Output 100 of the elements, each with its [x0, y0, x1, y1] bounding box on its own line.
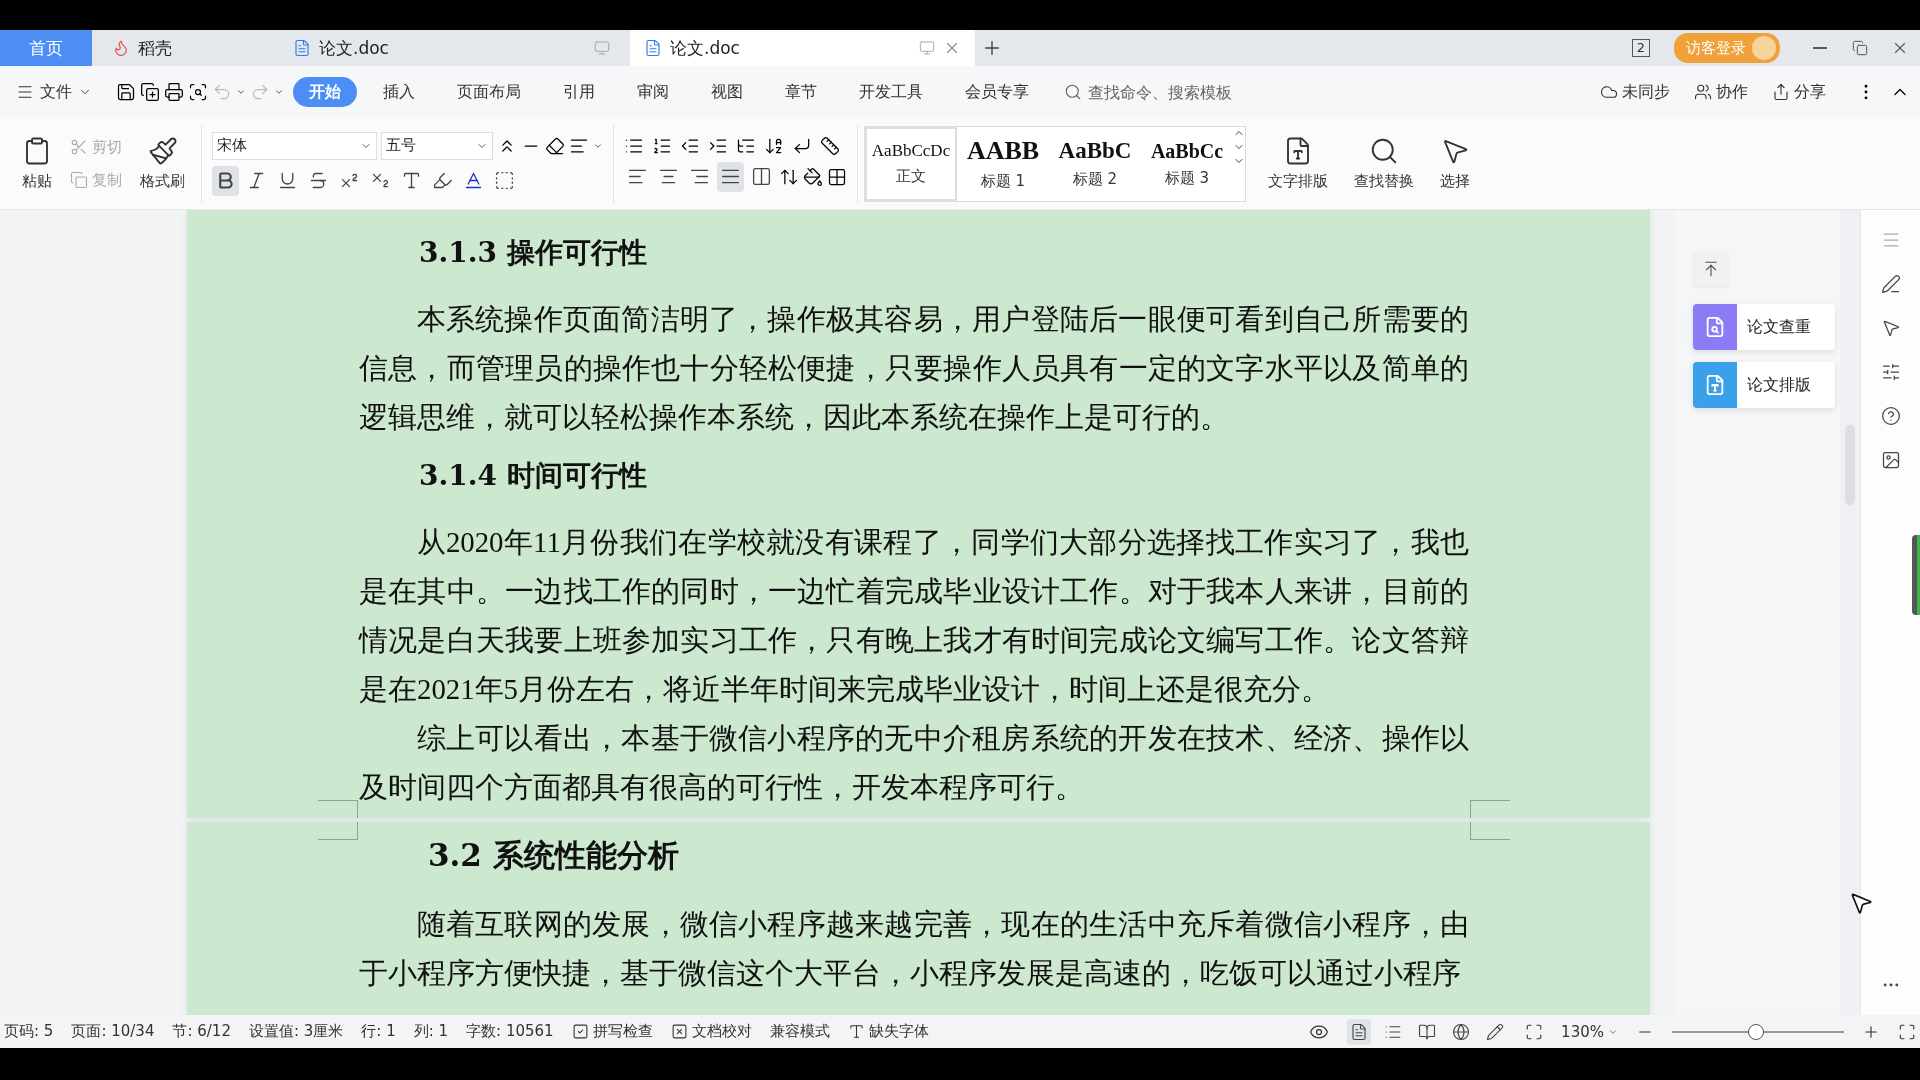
flame-icon — [112, 39, 130, 57]
pen-icon[interactable] — [1880, 274, 1901, 294]
borders-icon[interactable] — [827, 166, 847, 187]
people-icon — [1694, 83, 1712, 101]
ribbon-tab[interactable]: 插入 — [367, 77, 431, 107]
status-tool[interactable]: 文档校对 — [670, 1022, 752, 1041]
save-icon[interactable] — [116, 82, 136, 102]
zoom-level[interactable]: 130% — [1561, 1022, 1618, 1041]
section-heading: 3.1.3 操作可行性 — [418, 235, 648, 271]
shading-icon[interactable] — [803, 166, 823, 187]
ribbon-tab[interactable]: 引用 — [547, 77, 611, 107]
clear-format-icon[interactable] — [545, 135, 565, 156]
print-preview-icon[interactable] — [188, 82, 208, 102]
view-button[interactable] — [1347, 1018, 1372, 1045]
body-paragraph: 本系统操作页面简洁明了，操作极其容易，用户登陆后一眼便可看到自己所需要的信息，而管理员的操作也十分轻松便捷，只要操作人员具有一定的文字水平以及简单的逻辑思维，就可以轻松操作本系统，因此本系统在操作上是可行的。 — [359, 302, 1469, 435]
section-heading: 3.2 系统性能分析 — [427, 836, 680, 875]
toolbar-action[interactable]: 分享 — [1766, 80, 1832, 104]
body-paragraph: 从2020年11月份我们在学校就没有课程了，同学们大部分选择找工作实习了，我也是在其中。一边找工作的同时，一边忙着完成毕业设计工作。对于我本人来讲，目前的情况是白天我要上班参加实习工作，只有晚上我才有时间完成论文编写工作。论文答辩是在2021年5月份左右，将近半年时间来完成毕业设计，时间上还是很充分。 — [359, 525, 1469, 707]
status-item: 页面: 10/34 — [71, 1022, 155, 1041]
page-margin-mark — [318, 800, 358, 818]
status-item: 字数: 10561 — [466, 1022, 554, 1041]
font-size-select[interactable]: 五号 — [381, 131, 493, 160]
text-effect-icon — [401, 170, 422, 191]
web-view-icon — [1452, 1022, 1471, 1041]
page-margin-mark — [1470, 822, 1510, 840]
zoom-thumb[interactable] — [1748, 1023, 1765, 1040]
collapse-panel-button[interactable] — [1693, 252, 1729, 286]
underline-icon — [277, 170, 298, 191]
minimize-icon — [1813, 47, 1827, 49]
reading-view-icon — [1418, 1022, 1437, 1041]
style-preset[interactable]: AaBbCcDc 正文 — [865, 126, 957, 201]
distribute-icon — [751, 166, 772, 187]
ribbon-tab[interactable]: 页面布局 — [441, 77, 537, 107]
page-view-icon — [1350, 1022, 1369, 1041]
paste-button[interactable]: 粘贴 — [16, 134, 58, 193]
format-painter-button[interactable]: 格式刷 — [134, 134, 191, 193]
side-panel-button[interactable]: 论文排版 — [1693, 362, 1835, 408]
help-icon[interactable] — [1880, 406, 1901, 426]
status-tool[interactable]: 拼写检查 — [571, 1022, 653, 1041]
sliders-icon[interactable] — [1880, 362, 1901, 382]
fullscreen-icon[interactable] — [1898, 1022, 1916, 1041]
scrollbar[interactable] — [1840, 210, 1860, 1015]
proofread-icon — [670, 1023, 688, 1040]
ribbon-tool-button[interactable]: 文字排版 — [1262, 134, 1334, 193]
status-tool[interactable]: 兼容模式 — [769, 1022, 830, 1041]
ribbon-tab[interactable]: 开发工具 — [843, 77, 939, 107]
document-tab[interactable]: 论文.doc — [630, 30, 975, 66]
paintbrush-icon — [147, 136, 178, 166]
export-icon[interactable] — [140, 82, 160, 102]
status-tool[interactable]: 缺失字体 — [847, 1022, 929, 1041]
body-paragraph: 综上可以看出，本基于微信小程序的无中介租房系统的开发在技术、经济、操作以及时间四个方面都具有很高的可行性，开发本程序可行。 — [359, 721, 1469, 805]
copy-icon — [70, 171, 88, 189]
document-icon — [293, 39, 311, 57]
page-margin-mark — [318, 822, 358, 840]
restore-icon — [1852, 40, 1868, 56]
cloud-icon — [1600, 83, 1618, 101]
font-select[interactable]: 宋体 — [212, 131, 377, 160]
pen-icon — [1486, 1022, 1505, 1041]
scissors-icon — [70, 138, 88, 156]
search-field[interactable]: 查找命令、搜索模板 — [1064, 81, 1286, 103]
toolbar-action[interactable]: 未同步 — [1594, 80, 1676, 104]
status-item: 设置值: 3厘米 — [248, 1022, 344, 1041]
file-menu[interactable]: 文件 — [10, 80, 98, 104]
highlighter-icon — [432, 170, 453, 191]
missing-font-icon — [847, 1023, 865, 1040]
section-heading: 3.1.4 时间可行性 — [418, 458, 648, 494]
font-color-icon — [463, 170, 484, 191]
print-icon[interactable] — [164, 82, 184, 102]
status-item: 节: 6/12 — [172, 1022, 231, 1041]
side-tab[interactable] — [1912, 535, 1920, 615]
avatar-icon — [1752, 36, 1776, 60]
ruler-icon[interactable] — [820, 135, 840, 156]
caret-icon[interactable] — [274, 87, 284, 97]
search-icon — [1369, 136, 1399, 166]
picture-tool-icon[interactable] — [1880, 450, 1901, 470]
strikethrough-icon — [308, 170, 329, 191]
status-item: 行: 1 — [361, 1022, 396, 1041]
align-button[interactable] — [717, 161, 744, 192]
character-border-icon — [494, 170, 515, 191]
checkbox-icon — [571, 1023, 589, 1040]
document-icon — [644, 39, 662, 57]
ribbon-tool-button[interactable]: 查找替换 — [1348, 134, 1420, 193]
ribbon-tab[interactable]: 会员专享 — [949, 77, 1045, 107]
menu-icon — [16, 83, 34, 101]
status-item: 列: 1 — [413, 1022, 449, 1041]
ribbon-tab[interactable]: 视图 — [695, 77, 759, 107]
ribbon-tool-button[interactable]: 选择 — [1434, 134, 1476, 193]
collapse-icon — [1702, 260, 1720, 278]
page-margin-mark — [1470, 800, 1510, 818]
body-paragraph: 随着互联网的发展，微信小程序越来越完善，现在的生活中充斥着微信小程序，由于小程序方便快捷，基于微信这个大平台，小程序发展是高速的，吃饭可以通过小程序 — [359, 907, 1469, 991]
ribbon-tab[interactable]: 章节 — [769, 77, 833, 107]
status-item: 页码: 5 — [4, 1022, 54, 1041]
caret-icon[interactable] — [236, 87, 246, 97]
window-count[interactable]: 2 — [1631, 39, 1650, 57]
ribbon-tab[interactable]: 审阅 — [621, 77, 685, 107]
format-button[interactable] — [212, 165, 239, 196]
share-icon — [1772, 83, 1790, 101]
side-panel-button[interactable]: 论文查重 — [1693, 304, 1835, 350]
toolbar-action[interactable]: 协作 — [1688, 80, 1754, 104]
fit-page-icon[interactable] — [1525, 1022, 1544, 1041]
